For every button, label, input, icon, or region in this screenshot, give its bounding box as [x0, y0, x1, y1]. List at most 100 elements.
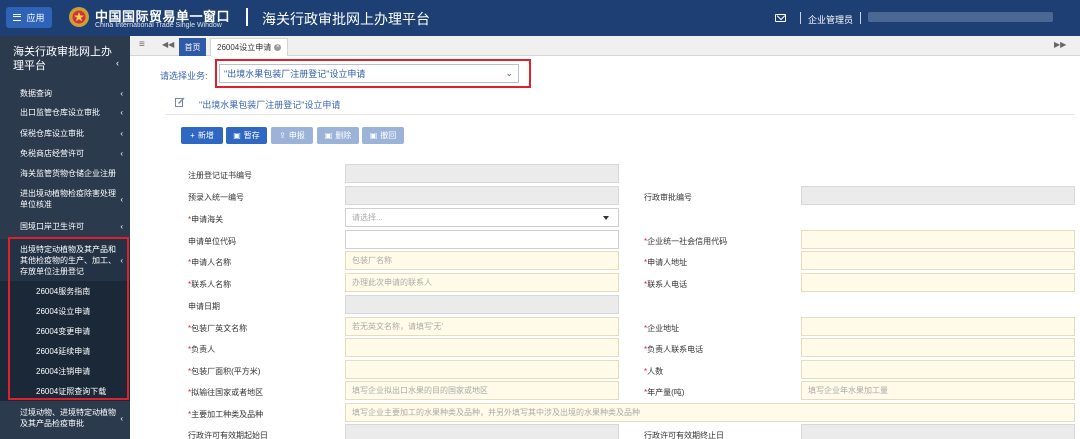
credit-code-input[interactable]: [801, 230, 1075, 249]
header-divider: [860, 12, 861, 24]
delete-button[interactable]: ▣ 删除: [317, 127, 359, 144]
user-name-redacted: [868, 12, 1053, 22]
save-button[interactable]: ▣ 暂存: [226, 127, 267, 144]
withdraw-button-label: 撤回: [380, 131, 397, 140]
applicant-address-input[interactable]: [801, 251, 1075, 270]
chevron-left-icon: ‹: [120, 148, 123, 158]
new-button-label: 新增: [197, 131, 214, 140]
chevron-left-icon: ‹: [120, 413, 123, 423]
sidebar-item-26004-apply[interactable]: 26004设立申请: [0, 301, 130, 321]
sidebar-item-label: 免税商店经营许可: [20, 148, 84, 158]
permit-start-input: [345, 424, 619, 439]
export-country-placeholder: 填写企业拟出口水果的目的国家或地区: [352, 386, 488, 395]
reg-cert-no-label: 注册登记证书编号: [188, 171, 252, 180]
person-in-charge-input[interactable]: [345, 338, 619, 357]
chevron-left-icon[interactable]: ‹: [116, 58, 119, 68]
sidebar-item-duty-free-shop[interactable]: 免税商店经营许可 ‹: [0, 146, 130, 160]
sidebar-item-label: 海关监管货物仓储企业注册: [20, 168, 116, 178]
edit-icon: [175, 97, 185, 107]
scroll-left-icon[interactable]: ◀◀: [162, 40, 174, 49]
sidebar-item-label: 进出境动植物检疫除害处理单位核准: [20, 189, 116, 209]
permit-end-input: [801, 424, 1075, 439]
delete-icon: ▣: [324, 131, 333, 140]
tab-26004-apply[interactable]: 26004设立申请 ×: [210, 38, 289, 56]
chevron-left-icon: ‹: [120, 107, 123, 117]
sidebar-title[interactable]: 海关行政审批网上办理平台: [13, 45, 118, 73]
new-button[interactable]: + 新增: [181, 127, 223, 144]
apply-date-input: [345, 295, 619, 314]
top-header: 应用 中国国际贸易单一窗口 China International Trade …: [0, 0, 1080, 36]
reg-cert-no-input: [345, 164, 619, 183]
header-divider: [800, 12, 801, 24]
processing-types-label: *主要加工种类及品种: [188, 410, 264, 419]
applicant-name-input[interactable]: 包装厂名称: [345, 251, 619, 270]
plant-area-input[interactable]: [345, 360, 619, 379]
sidebar-item-26004-guide[interactable]: 26004服务指南: [0, 281, 130, 301]
applicant-address-label-text: 申请人地址: [647, 258, 688, 267]
sidebar-item-label: 国境口岸卫生许可: [20, 221, 84, 231]
withdraw-button[interactable]: ▣ 撤回: [362, 127, 404, 144]
sidebar-item-26004-cancel[interactable]: 26004注销申请: [0, 361, 130, 381]
sidebar-item-data-query[interactable]: 数据查询 ‹: [0, 86, 130, 100]
sidebar-item-label: 26004注销申请: [36, 366, 91, 376]
upload-icon: ⇪: [279, 131, 286, 140]
applicant-name-label: *申请人名称: [188, 258, 232, 267]
sidebar-item-bonded-warehouse[interactable]: 保税仓库设立审批 ‹: [0, 126, 130, 140]
business-select-label: 请选择业务:: [160, 71, 208, 81]
admin-approval-no-input: [801, 186, 1075, 205]
sidebar-item-export-registration[interactable]: 出境特定动植物及其产品和其他检疫物的生产、加工、存放单位注册登记 ‹: [0, 239, 130, 281]
business-select-value: "出境水果包装厂注册登记"设立申请: [224, 69, 366, 79]
sidebar-item-port-health[interactable]: 国境口岸卫生许可 ‹: [0, 219, 130, 233]
person-phone-input[interactable]: [801, 338, 1075, 357]
menu-toggle-icon[interactable]: ≡: [139, 39, 145, 50]
contact-name-placeholder: 办理此次申请的联系人: [352, 278, 432, 287]
contact-name-input[interactable]: 办理此次申请的联系人: [345, 273, 619, 292]
submit-button[interactable]: ⇪ 申报: [271, 127, 313, 144]
processing-types-input[interactable]: 填写企业主要加工的水果种类及品种，并另外填写其中涉及出境的水果种类及品种: [345, 403, 1075, 422]
tab-home[interactable]: 首页: [179, 38, 206, 56]
business-select[interactable]: "出境水果包装厂注册登记"设立申请 ⌄: [219, 64, 519, 83]
sidebar-item-label: 26004证照查询下载: [36, 386, 107, 396]
headcount-input[interactable]: [801, 360, 1075, 379]
sidebar-item-transit-quarantine[interactable]: 过境动物、进境特定动植物及其产品检疫审批 ‹: [0, 404, 130, 432]
sidebar-item-label: 过境动物、进境特定动植物及其产品检疫审批: [20, 408, 116, 428]
permit-end-label: 行政许可有效期终止日: [644, 431, 724, 439]
sidebar-item-26004-change[interactable]: 26004变更申请: [0, 321, 130, 341]
contact-name-label-text: 联系人名称: [191, 280, 232, 289]
sidebar-item-26004-download[interactable]: 26004证照查询下载: [0, 381, 130, 401]
contact-phone-label: *联系人电话: [644, 280, 688, 289]
annual-output-placeholder: 填写企业年水果加工量: [808, 386, 888, 395]
sidebar-item-label: 26004延续申请: [36, 346, 91, 356]
company-address-label: *企业地址: [644, 324, 680, 333]
applicant-code-input[interactable]: [345, 230, 619, 249]
close-icon[interactable]: ×: [274, 44, 282, 51]
company-address-input[interactable]: [801, 317, 1075, 336]
contact-phone-input[interactable]: [801, 273, 1075, 292]
scroll-right-icon[interactable]: ▶▶: [1054, 40, 1066, 49]
applicant-code-label: 申请单位代码: [188, 237, 236, 246]
pre-entry-no-input: [345, 186, 619, 205]
credit-code-label: *企业统一社会信用代码: [644, 237, 728, 246]
annual-output-input[interactable]: 填写企业年水果加工量: [801, 381, 1075, 400]
delete-button-label: 删除: [335, 131, 352, 140]
chevron-left-icon: ‹: [120, 221, 123, 231]
sidebar-item-26004-renew[interactable]: 26004延续申请: [0, 341, 130, 361]
app-menu-button[interactable]: 应用: [6, 7, 52, 28]
tab-bar: ≡ ◀◀ 首页 26004设立申请 × ▶▶: [130, 36, 1080, 56]
sidebar-item-quarantine-treatment[interactable]: 进出境动植物检疫除害处理单位核准 ‹: [0, 185, 130, 213]
chevron-left-icon: ‹: [120, 88, 123, 98]
export-country-input[interactable]: 填写企业拟出口水果的目的国家或地区: [345, 381, 619, 400]
sidebar-item-export-warehouse[interactable]: 出口监管仓库设立审批 ‹: [0, 105, 130, 119]
mail-icon[interactable]: [775, 14, 786, 22]
annual-output-label-text: 年产量(吨): [647, 388, 685, 397]
sidebar-item-label: 数据查询: [20, 88, 52, 98]
sidebar-item-customs-storage[interactable]: 海关监管货物仓储企业注册: [0, 166, 130, 180]
person-phone-label: *负责人联系电话: [644, 345, 704, 354]
contact-name-label: *联系人名称: [188, 280, 232, 289]
english-name-input[interactable]: 若无英文名称，请填写'无': [345, 317, 619, 336]
customs-select[interactable]: 请选择...: [345, 208, 619, 227]
chevron-down-icon: ⌄: [505, 68, 513, 78]
headcount-label-text: 人数: [647, 367, 664, 376]
sidebar-item-label: 保税仓库设立审批: [20, 128, 84, 138]
user-role[interactable]: 企业管理员: [808, 13, 853, 26]
